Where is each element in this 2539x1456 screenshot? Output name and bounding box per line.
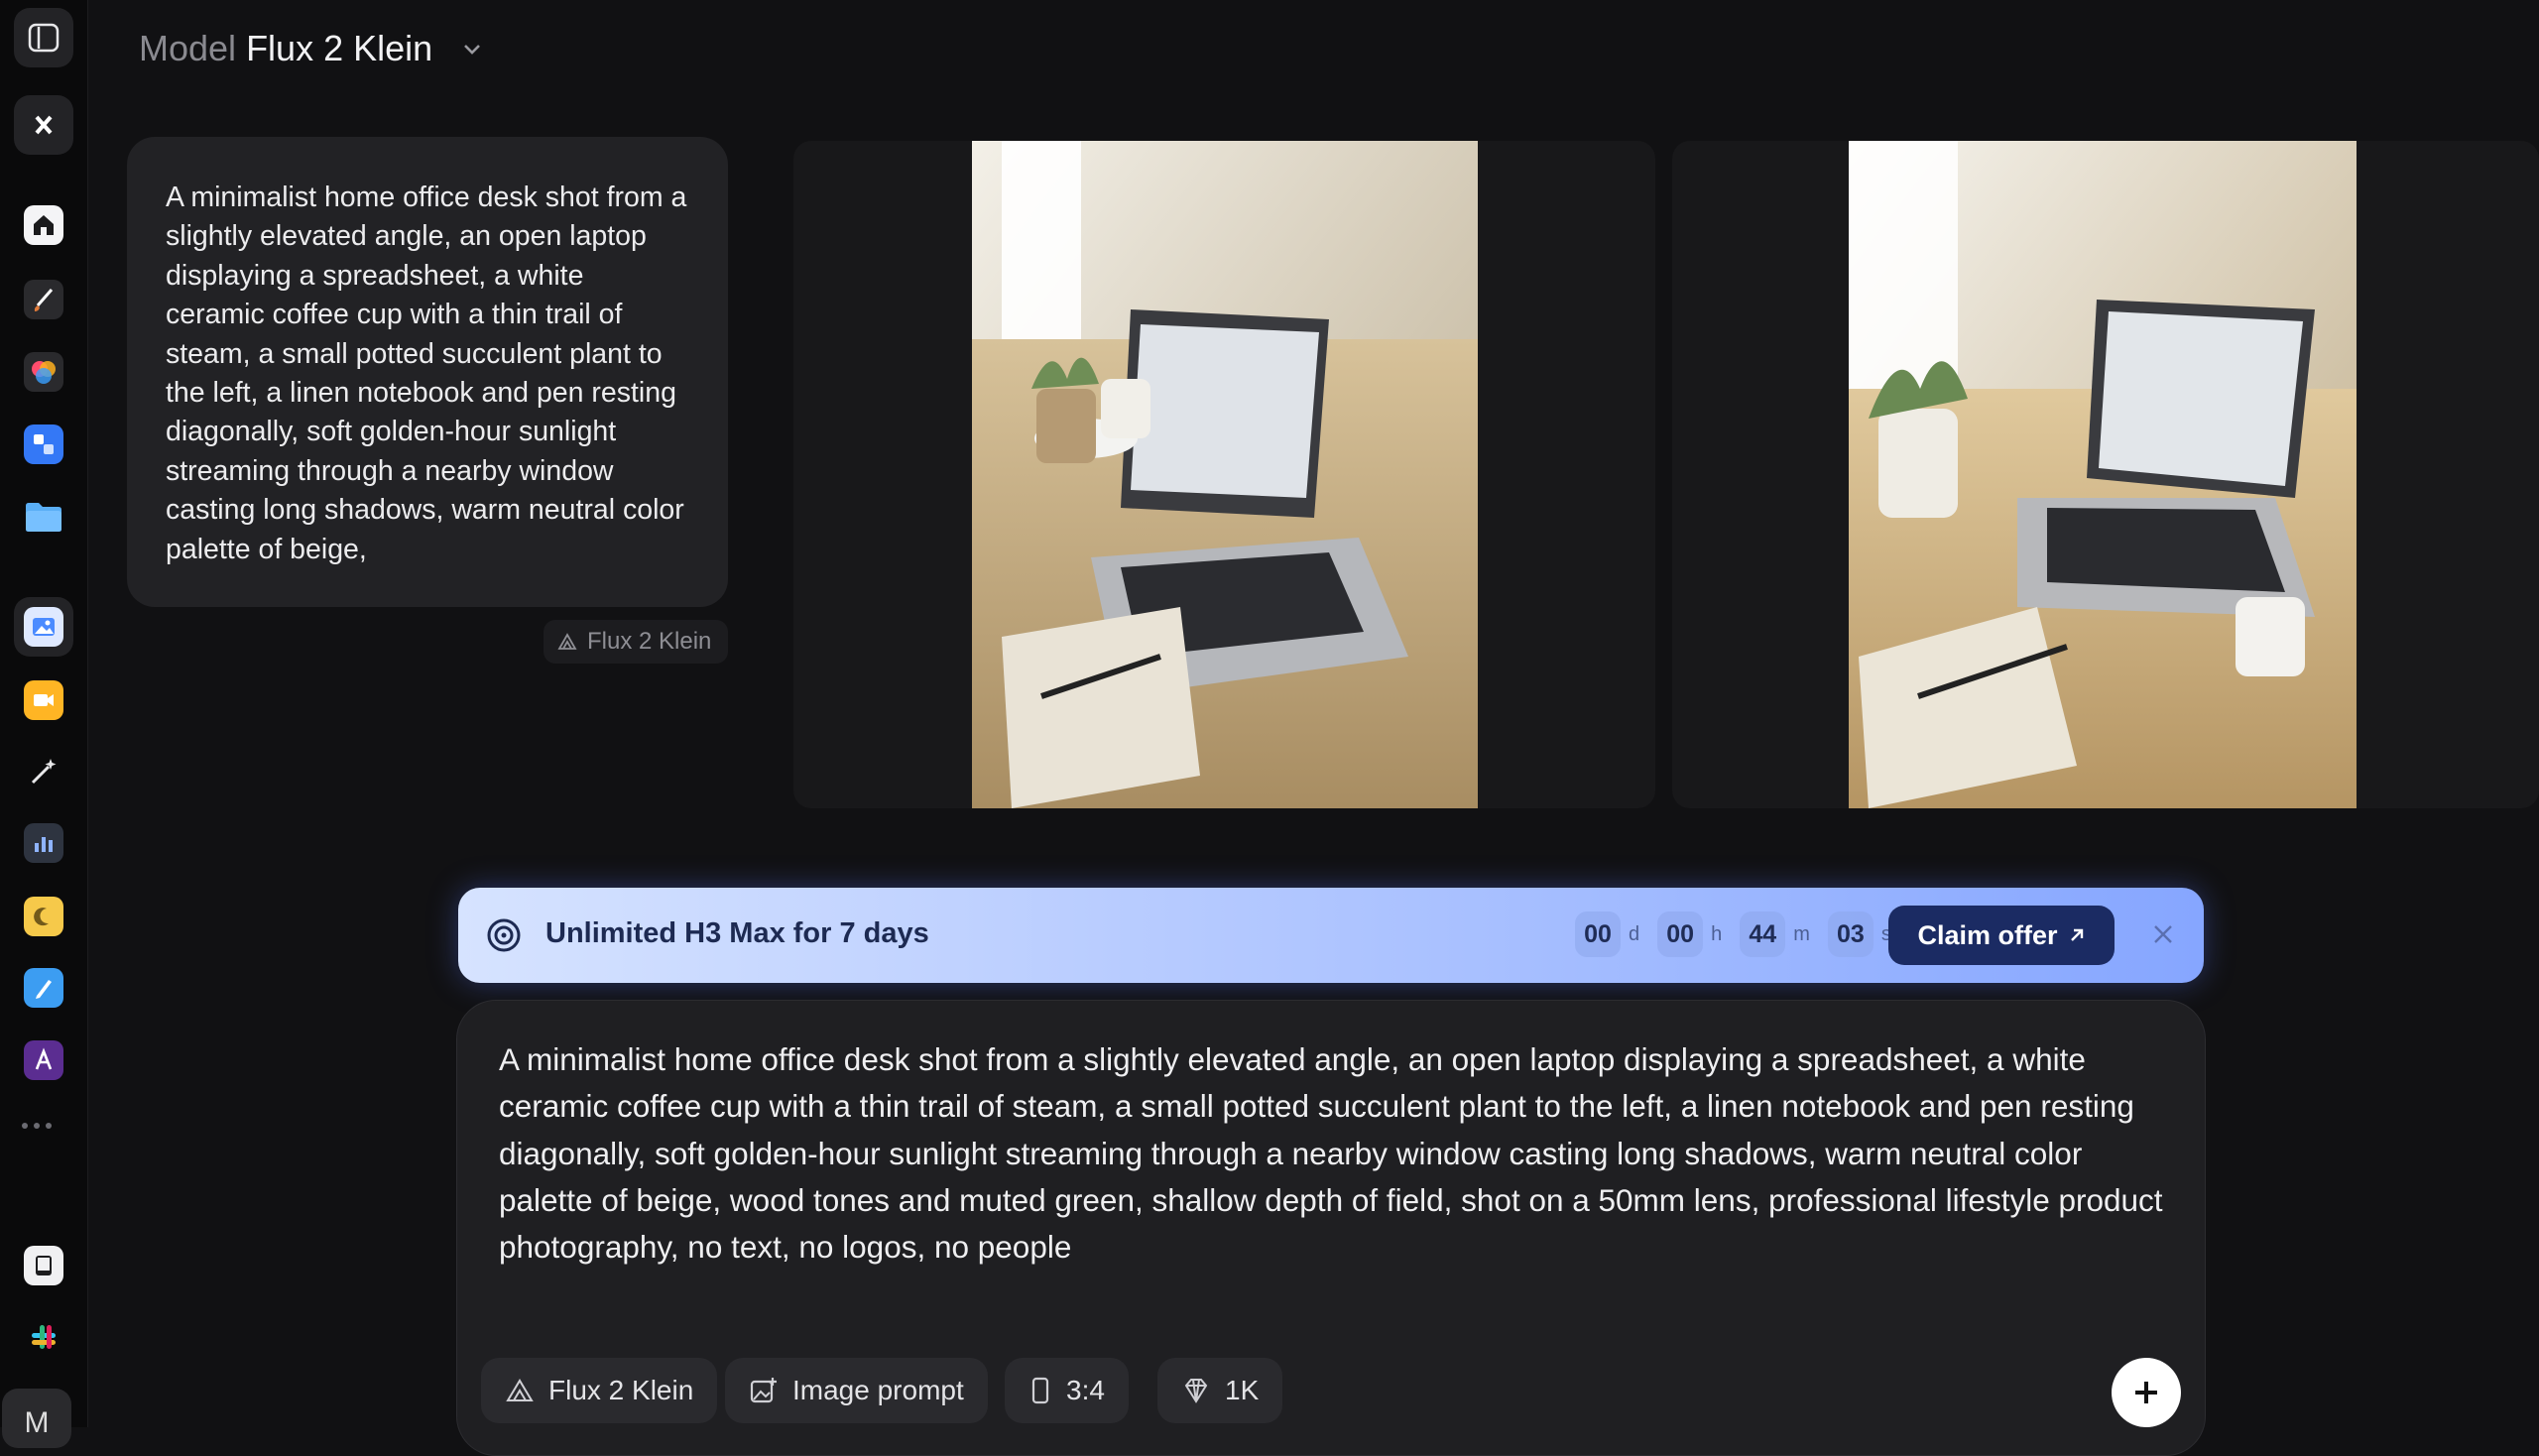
font-icon[interactable] bbox=[14, 1031, 73, 1090]
quality-button[interactable]: 1K bbox=[1157, 1358, 1283, 1423]
moon-icon[interactable] bbox=[14, 887, 73, 946]
quality-label: 1K bbox=[1225, 1375, 1260, 1405]
timer-seconds: 03 bbox=[1827, 911, 1874, 957]
chevron-down-icon bbox=[460, 28, 484, 69]
folder-icon[interactable] bbox=[14, 487, 73, 546]
prompt-input[interactable]: A minimalist home office desk shot from … bbox=[499, 1036, 2165, 1271]
arrow-up-right-icon bbox=[2070, 928, 2083, 941]
timer-minutes-unit: m bbox=[1793, 922, 1810, 945]
generated-image-1[interactable] bbox=[793, 141, 1655, 808]
avatar[interactable]: M bbox=[2, 1389, 71, 1448]
chart-icon[interactable] bbox=[14, 813, 73, 873]
claim-offer-button[interactable]: Claim offer bbox=[1888, 906, 2115, 965]
promo-banner: Unlimited H3 Max for 7 days 00 d 00 h 44… bbox=[458, 888, 2204, 983]
portrait-icon bbox=[1031, 1377, 1049, 1404]
tablet-icon[interactable] bbox=[14, 1236, 73, 1295]
add-image-icon bbox=[750, 1378, 777, 1403]
model-select-label: Flux 2 Klein bbox=[548, 1375, 694, 1405]
workspace-icon[interactable] bbox=[14, 95, 73, 155]
brush-icon[interactable] bbox=[14, 270, 73, 329]
toggle-sidebar-icon[interactable] bbox=[14, 8, 73, 67]
timer-hours-unit: h bbox=[1711, 922, 1723, 945]
diamond-icon bbox=[1184, 1379, 1208, 1403]
pen-icon[interactable] bbox=[14, 958, 73, 1018]
generated-image-2[interactable] bbox=[1672, 141, 2539, 808]
timer-days-unit: d bbox=[1629, 922, 1640, 945]
model-icon bbox=[557, 633, 577, 650]
generate-button[interactable] bbox=[2112, 1358, 2181, 1427]
plus-icon bbox=[2135, 1382, 2157, 1403]
history-model-chip: Flux 2 Klein bbox=[544, 620, 728, 664]
prompt-history-card[interactable]: A minimalist home office desk shot from … bbox=[127, 137, 728, 607]
image-prompt-button[interactable]: Image prompt bbox=[725, 1358, 988, 1423]
blocks-icon[interactable] bbox=[14, 415, 73, 474]
image-prompt-label: Image prompt bbox=[792, 1375, 964, 1405]
magic-wand-icon[interactable] bbox=[14, 742, 73, 801]
sidebar: M bbox=[0, 0, 88, 1448]
video-icon[interactable] bbox=[14, 670, 73, 730]
color-wheel-icon[interactable] bbox=[14, 342, 73, 402]
home-icon[interactable] bbox=[14, 195, 73, 255]
model-value: Flux 2 Klein bbox=[246, 28, 433, 68]
image-icon[interactable] bbox=[14, 597, 73, 657]
slack-icon[interactable] bbox=[14, 1307, 73, 1367]
claim-offer-label: Claim offer bbox=[1917, 919, 2058, 950]
timer-hours: 00 bbox=[1657, 911, 1704, 957]
image-2-content bbox=[1849, 141, 2357, 808]
model-selector[interactable]: Model Flux 2 Klein bbox=[139, 28, 484, 69]
aspect-ratio-label: 3:4 bbox=[1066, 1375, 1105, 1405]
timer-days: 00 bbox=[1575, 911, 1621, 957]
countdown-timer: 00 d 00 h 44 m 03 s bbox=[1575, 911, 1901, 957]
promo-title: Unlimited H3 Max for 7 days bbox=[545, 917, 929, 949]
spiral-icon bbox=[484, 915, 524, 960]
history-model-label: Flux 2 Klein bbox=[587, 628, 712, 655]
prompt-composer[interactable]: A minimalist home office desk shot from … bbox=[456, 1000, 2206, 1456]
model-select-button[interactable]: Flux 2 Klein bbox=[481, 1358, 718, 1423]
timer-minutes: 44 bbox=[1740, 911, 1786, 957]
aspect-ratio-button[interactable]: 3:4 bbox=[1005, 1358, 1129, 1423]
close-icon[interactable] bbox=[2150, 921, 2176, 952]
more-icon[interactable] bbox=[22, 1123, 52, 1129]
model-label: Model bbox=[139, 28, 237, 68]
image-1-content bbox=[972, 141, 1478, 808]
prompt-history-text: A minimalist home office desk shot from … bbox=[166, 182, 687, 565]
model-icon bbox=[506, 1379, 534, 1401]
